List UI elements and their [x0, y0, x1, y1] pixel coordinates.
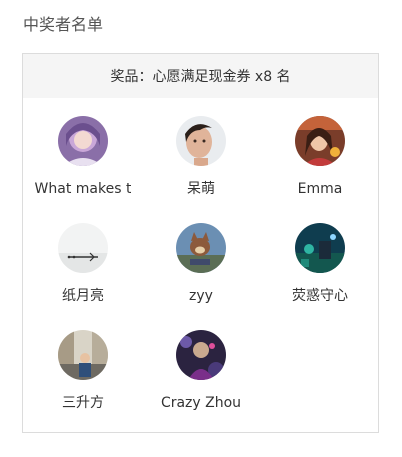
cartoon-cat-avatar	[176, 223, 226, 273]
winner-item[interactable]: 纸月亮	[23, 223, 143, 305]
sketch-avatar	[58, 223, 108, 273]
winner-name: zyy	[189, 288, 213, 304]
winner-name: Crazy Zhou	[160, 395, 242, 411]
winner-item[interactable]: 呆萌	[141, 116, 261, 198]
winner-name: 呆萌	[187, 181, 215, 197]
winner-item[interactable]: zyy	[141, 223, 261, 305]
winner-item[interactable]: What makes t	[23, 116, 143, 198]
winner-name: What makes t	[34, 181, 132, 197]
winner-item[interactable]: Emma	[260, 116, 380, 198]
prize-banner: 奖品：心愿满足现金券 x8 名	[23, 54, 378, 98]
purple-hair-girl-avatar	[58, 116, 108, 166]
winner-list-card: 奖品：心愿满足现金券 x8 名 What makes t 呆萌 Emma 纸月亮…	[22, 53, 379, 433]
man-face-avatar	[176, 116, 226, 166]
section-title: 中奖者名单	[23, 15, 104, 34]
street-scene-avatar	[58, 330, 108, 380]
winner-name: 荧惑守心	[292, 288, 348, 304]
woman-photo-avatar	[295, 116, 345, 166]
winner-item[interactable]: 荧惑守心	[260, 223, 380, 305]
blue-night-scene-avatar	[295, 223, 345, 273]
winner-item[interactable]: Crazy Zhou	[141, 330, 261, 412]
prize-label: 奖品：心愿满足现金券 x8 名	[110, 69, 291, 85]
winner-name: Emma	[297, 181, 343, 197]
winner-name: 纸月亮	[62, 288, 104, 304]
winner-item[interactable]: 三升方	[23, 330, 143, 412]
winner-name: 三升方	[62, 395, 104, 411]
dark-purple-figure-avatar	[176, 330, 226, 380]
